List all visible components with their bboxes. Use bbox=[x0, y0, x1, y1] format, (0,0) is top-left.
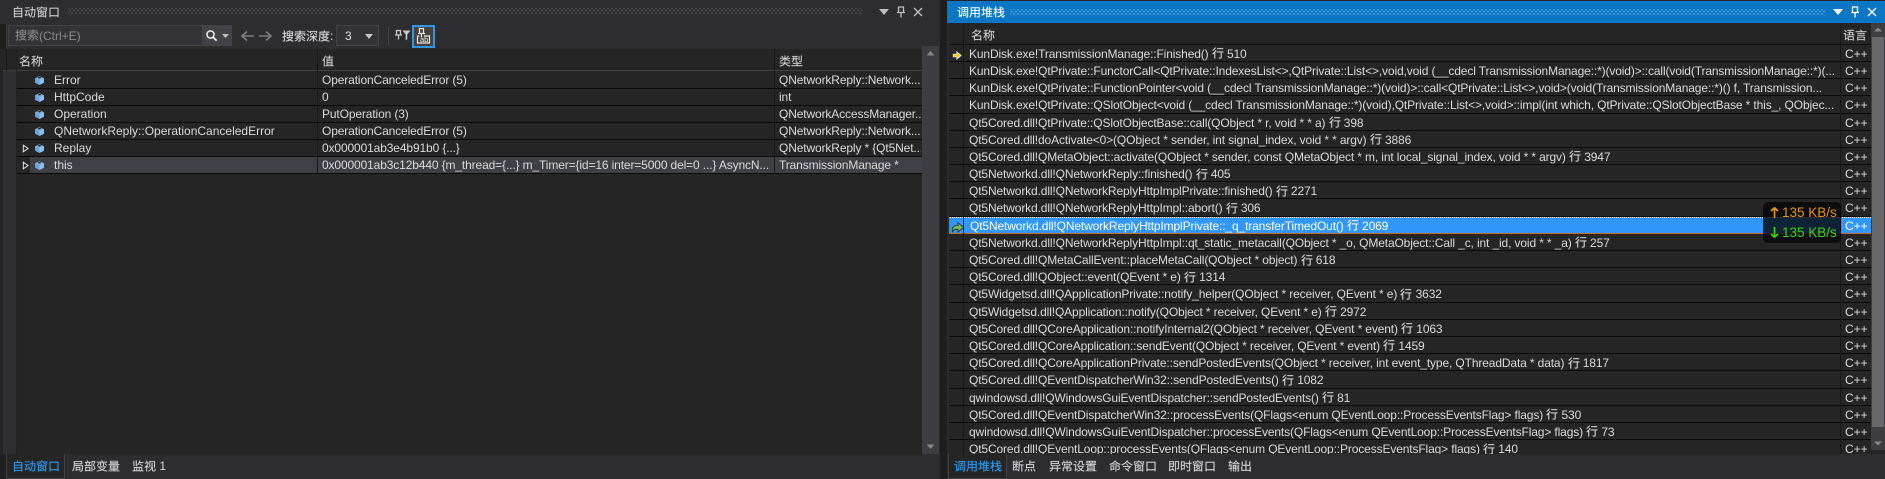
svg-text:ab: ab bbox=[420, 35, 428, 44]
